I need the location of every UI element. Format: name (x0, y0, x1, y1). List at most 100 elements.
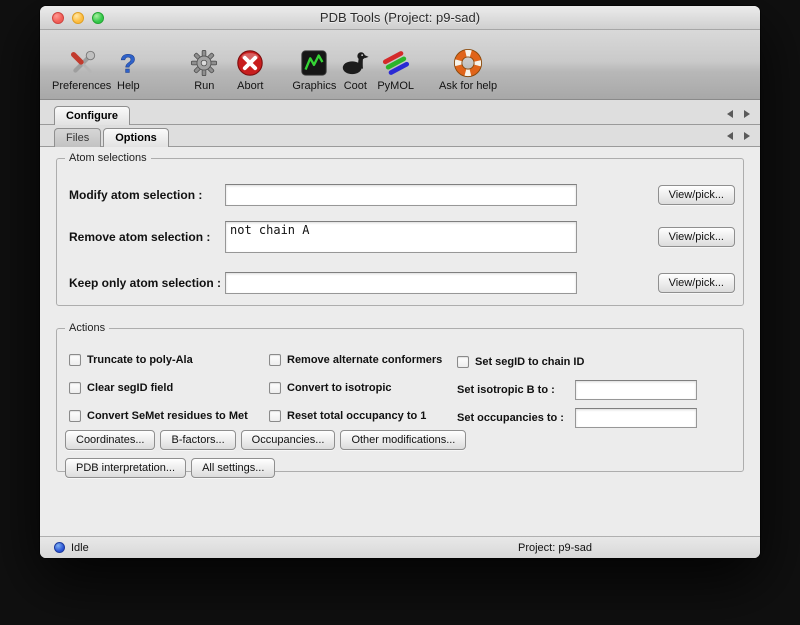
toolbar: Preferences ? Help (40, 30, 760, 100)
checkbox-truncate-poly-ala[interactable]: Truncate to poly-Ala (69, 354, 193, 366)
checkbox-icon (269, 410, 281, 422)
coot-icon (340, 48, 370, 78)
tab-options[interactable]: Options (103, 128, 169, 147)
toolbar-label-run: Run (194, 80, 214, 92)
main-tabbar: Configure (40, 100, 760, 125)
group-actions: Actions Truncate to poly-Ala Remove alte… (56, 322, 744, 472)
tab-pager (727, 110, 760, 124)
occupancies-button[interactable]: Occupancies... (241, 430, 336, 450)
tab-configure-label: Configure (66, 110, 118, 122)
keep-selection-label: Keep only atom selection : (69, 276, 225, 290)
set-isotropic-b-label: Set isotropic B to : (457, 384, 555, 396)
modify-view-pick-button[interactable]: View/pick... (658, 185, 735, 205)
abort-icon (235, 48, 265, 78)
toolbar-item-pymol[interactable]: PyMOL (377, 48, 414, 92)
toolbar-label-abort: Abort (237, 80, 263, 92)
toolbar-label-help: Help (117, 80, 140, 92)
group-actions-title: Actions (65, 322, 109, 334)
checkbox-label: Remove alternate conformers (287, 354, 442, 366)
actions-buttons-row-1: Coordinates... B-factors... Occupancies.… (65, 430, 466, 450)
tools-icon (67, 48, 97, 78)
toolbar-item-help[interactable]: ? Help (113, 48, 143, 92)
set-occupancies-input[interactable] (575, 408, 697, 428)
toolbar-item-ask-for-help[interactable]: Ask for help (439, 48, 497, 92)
toolbar-item-preferences[interactable]: Preferences (52, 48, 111, 92)
actions-row-2: Clear segID field Convert to isotropic S… (69, 382, 735, 398)
toolbar-item-run[interactable]: Run (189, 48, 219, 92)
keep-view-pick-button[interactable]: View/pick... (658, 273, 735, 293)
checkbox-label: Clear segID field (87, 382, 173, 394)
checkbox-convert-to-isotropic[interactable]: Convert to isotropic (269, 382, 392, 394)
toolbar-item-abort[interactable]: Abort (235, 48, 265, 92)
checkbox-icon (69, 410, 81, 422)
coordinates-button[interactable]: Coordinates... (65, 430, 155, 450)
status-text: Idle (71, 542, 89, 554)
options-panel: Atom selections Modify atom selection : … (40, 147, 760, 536)
sub-tab-scroll-right-icon[interactable] (744, 132, 750, 140)
remove-selection-input[interactable]: not chain A (225, 221, 577, 253)
checkbox-label: Truncate to poly-Ala (87, 354, 193, 366)
tab-scroll-right-icon[interactable] (744, 110, 750, 118)
tab-files-label: Files (66, 132, 89, 144)
set-isotropic-b-input[interactable] (575, 380, 697, 400)
project-label: Project: p9-sad (518, 542, 592, 554)
modify-selection-input[interactable] (225, 184, 577, 206)
sub-tabbar: Files Options (40, 125, 760, 147)
sub-tab-scroll-left-icon[interactable] (727, 132, 733, 140)
keep-selection-input[interactable] (225, 272, 577, 294)
actions-buttons-row-2: PDB interpretation... All settings... (65, 458, 275, 478)
toolbar-label-graphics: Graphics (292, 80, 336, 92)
svg-text:?: ? (120, 48, 136, 78)
pdb-interpretation-button[interactable]: PDB interpretation... (65, 458, 186, 478)
checkbox-label: Convert to isotropic (287, 382, 392, 394)
pdb-tools-window: PDB Tools (Project: p9-sad) Preferences (40, 6, 760, 558)
remove-selection-row: Remove atom selection : not chain A View… (69, 218, 735, 256)
titlebar[interactable]: PDB Tools (Project: p9-sad) (40, 6, 760, 30)
keep-selection-row: Keep only atom selection : View/pick... (69, 270, 735, 296)
graphics-icon (299, 48, 329, 78)
checkbox-icon (269, 354, 281, 366)
checkbox-label: Set segID to chain ID (475, 356, 584, 368)
actions-row-3: Convert SeMet residues to Met Reset tota… (69, 410, 735, 426)
checkbox-icon (457, 356, 469, 368)
statusbar: Idle Project: p9-sad (40, 536, 760, 558)
toolbar-label-ask-for-help: Ask for help (439, 80, 497, 92)
set-occupancies-label: Set occupancies to : (457, 412, 564, 424)
checkbox-icon (69, 382, 81, 394)
checkbox-remove-alternate-conformers[interactable]: Remove alternate conformers (269, 354, 442, 366)
sub-tab-pager (727, 132, 760, 146)
window-title: PDB Tools (Project: p9-sad) (40, 10, 760, 25)
checkbox-set-segid-to-chain-id[interactable]: Set segID to chain ID (457, 356, 584, 368)
other-modifications-button[interactable]: Other modifications... (340, 430, 466, 450)
checkbox-label: Reset total occupancy to 1 (287, 410, 426, 422)
actions-row-1: Truncate to poly-Ala Remove alternate co… (69, 354, 735, 370)
checkbox-clear-segid-field[interactable]: Clear segID field (69, 382, 173, 394)
remove-view-pick-button[interactable]: View/pick... (658, 227, 735, 247)
tab-scroll-left-icon[interactable] (727, 110, 733, 118)
group-atom-selections-title: Atom selections (65, 152, 151, 164)
status-indicator-icon (54, 542, 65, 553)
pymol-icon (381, 48, 411, 78)
checkbox-icon (69, 354, 81, 366)
modify-selection-row: Modify atom selection : View/pick... (69, 182, 735, 208)
remove-selection-label: Remove atom selection : (69, 230, 225, 244)
toolbar-item-graphics[interactable]: Graphics (292, 48, 336, 92)
tab-options-label: Options (115, 132, 157, 144)
lifering-icon (453, 48, 483, 78)
toolbar-label-coot: Coot (344, 80, 367, 92)
checkbox-icon (269, 382, 281, 394)
tab-files[interactable]: Files (54, 128, 101, 147)
checkbox-reset-total-occupancy[interactable]: Reset total occupancy to 1 (269, 410, 426, 422)
group-atom-selections: Atom selections Modify atom selection : … (56, 152, 744, 306)
gear-icon (189, 48, 219, 78)
toolbar-label-preferences: Preferences (52, 80, 111, 92)
tab-configure[interactable]: Configure (54, 106, 130, 125)
checkbox-label: Convert SeMet residues to Met (87, 410, 248, 422)
all-settings-button[interactable]: All settings... (191, 458, 275, 478)
toolbar-item-coot[interactable]: Coot (340, 48, 370, 92)
checkbox-convert-semet-to-met[interactable]: Convert SeMet residues to Met (69, 410, 248, 422)
modify-selection-label: Modify atom selection : (69, 188, 225, 202)
help-icon: ? (113, 48, 143, 78)
b-factors-button[interactable]: B-factors... (160, 430, 235, 450)
toolbar-label-pymol: PyMOL (377, 80, 414, 92)
